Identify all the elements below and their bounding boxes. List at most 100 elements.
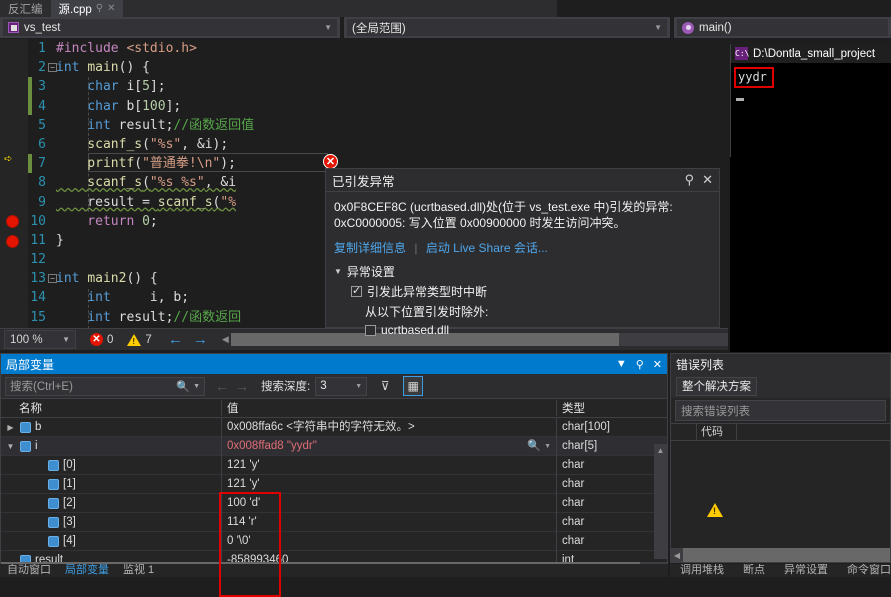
bottom-right-tab-item[interactable]: 断点 (736, 564, 772, 577)
column-header-severity[interactable] (671, 423, 697, 441)
close-icon[interactable]: ✕ (653, 358, 662, 371)
bottom-right-tab-item[interactable]: 命令窗口 (840, 564, 891, 577)
exception-dll-checkbox[interactable] (365, 324, 376, 336)
hex-display-icon[interactable]: ▦ (403, 376, 424, 396)
table-row[interactable]: ▶ b 0x008ffa6c <字符串中的字符无效。> char[100] (1, 417, 667, 437)
project-selector[interactable]: vs_test ▼ (0, 17, 340, 38)
locals-search-input[interactable]: 搜索(Ctrl+E) 🔍 ▼ (5, 376, 205, 396)
exception-popup[interactable]: 已引发异常 ⚲ ✕ 0x0F8CEF8C (ucrtbased.dll)处(位于… (325, 168, 720, 337)
chevron-down-icon[interactable]: ▼ (544, 437, 556, 456)
copy-details-link[interactable]: 复制详细信息 (334, 241, 406, 255)
column-header-type[interactable]: 类型 (556, 400, 667, 416)
variable-value-cell[interactable]: 114 'r' (221, 512, 556, 532)
code-text: } (56, 232, 64, 248)
code-text: return 0; (56, 213, 158, 229)
expand-toggle-icon[interactable]: ▶ (5, 423, 16, 432)
console-title-bar[interactable]: C:\ D:\Dontla_small_project (731, 44, 891, 63)
search-previous-icon[interactable]: ← (215, 378, 229, 394)
link-separator: | (414, 241, 418, 255)
error-list-search-input[interactable]: 搜索错误列表 (675, 400, 886, 421)
chevron-down-icon[interactable]: ▼ (62, 335, 70, 344)
table-row[interactable]: [3] 114 'r' char (1, 512, 667, 532)
column-header-value[interactable]: 值 (221, 400, 556, 416)
scope-selector[interactable]: (全局范围) ▼ (344, 17, 670, 38)
chevron-down-icon[interactable]: ▼ (334, 267, 342, 276)
close-icon[interactable]: ✕ (107, 3, 115, 14)
code-text: #include <stdio.h> (56, 41, 197, 56)
close-icon[interactable]: ✕ (702, 172, 713, 188)
locals-table-body: ▶ b 0x008ffa6c <字符串中的字符无效。> char[100] ▼ i 0x00… (1, 417, 667, 570)
navigate-back-icon[interactable]: ← (168, 331, 183, 348)
chevron-down-icon[interactable]: ▼ (193, 383, 200, 390)
exception-settings-group[interactable]: ▼ 异常设置 (334, 263, 711, 280)
error-list-scope-value: 整个解决方案 (682, 381, 751, 393)
locals-panel[interactable]: 局部变量 ▼ ⚲ ✕ 搜索(Ctrl+E) 🔍 ▼ ← → 搜索深度: 3 ▼ … (0, 353, 668, 597)
bottom-tab-item[interactable]: 监视 1 (116, 564, 161, 577)
table-row[interactable]: [1] 121 'y' char (1, 474, 667, 494)
scope-value: (全局范围) (352, 22, 406, 35)
code-text: result = scanf_s("% (56, 194, 237, 210)
code-line[interactable]: 6 scanf_s("%s", &i); (0, 135, 728, 154)
pin-icon[interactable]: ⚲ (96, 3, 103, 14)
function-selector[interactable]: main() (674, 17, 891, 38)
error-list-panel[interactable]: 错误列表 整个解决方案 搜索错误列表 代码 ◀ (670, 353, 891, 563)
table-row[interactable]: [2] 100 'd' char (1, 493, 667, 513)
error-list-horizontal-scrollbar[interactable]: ◀ (671, 548, 890, 562)
variable-value: 121 'y' (227, 477, 260, 490)
pin-icon[interactable]: ⚲ (685, 172, 695, 188)
console-window[interactable]: C:\ D:\Dontla_small_project yydr (730, 44, 891, 157)
warning-count-indicator[interactable]: 7 (127, 333, 152, 346)
variable-value-cell[interactable]: 0x008ffad8 "yydr" 🔍 ▼ (221, 436, 556, 456)
code-line[interactable]: 2− int main() { (0, 58, 728, 77)
value-visualizer-icon[interactable]: 🔍 (527, 437, 544, 456)
start-live-share-link[interactable]: 启动 Live Share 会话... (426, 241, 548, 255)
chevron-down-icon[interactable]: ▼ (616, 358, 627, 370)
code-line[interactable]: 1 #include <stdio.h> (0, 39, 728, 58)
error-list-scope-selector[interactable]: 整个解决方案 (676, 376, 757, 396)
variable-value-cell[interactable]: 121 'y' (221, 474, 556, 494)
variable-value: 0x008ffad8 "yydr" (227, 439, 317, 452)
break-on-exception-checkbox[interactable] (351, 284, 362, 297)
navigate-forward-icon[interactable]: → (193, 331, 208, 348)
bottom-tab-item[interactable]: 自动窗口 (0, 564, 58, 577)
filter-icon[interactable]: ⊽ (375, 376, 395, 396)
scroll-up-icon[interactable]: ▲ (654, 444, 667, 457)
exception-dll-row[interactable]: ucrtbased.dll (334, 323, 711, 337)
search-next-icon[interactable]: → (235, 378, 249, 394)
expand-toggle-icon[interactable]: ▼ (5, 442, 16, 451)
variable-value-cell[interactable]: 0x008ffa6c <字符串中的字符无效。> (221, 417, 556, 437)
scrollbar-thumb[interactable] (683, 548, 890, 562)
table-row[interactable]: ▼ i 0x008ffad8 "yydr" 🔍 ▼ char[5] (1, 436, 667, 456)
code-line[interactable]: 5 int result;//函数返回值 (0, 116, 728, 135)
bottom-right-tab-item[interactable]: 异常设置 (777, 564, 835, 577)
column-header-code[interactable]: 代码 (697, 423, 737, 441)
variable-value-cell[interactable]: 121 'y' (221, 455, 556, 475)
chevron-down-icon[interactable]: ▼ (355, 383, 362, 390)
table-row[interactable]: [4] 0 '\0' char (1, 531, 667, 551)
scroll-left-icon[interactable]: ◀ (671, 551, 683, 560)
error-count-indicator[interactable]: ✕ 0 (90, 333, 113, 346)
code-line[interactable]: 4 char b[100]; (0, 97, 728, 116)
search-depth-selector[interactable]: 3 ▼ (315, 376, 368, 396)
pin-icon[interactable]: ⚲ (636, 358, 644, 371)
chevron-down-icon[interactable]: ▼ (324, 23, 332, 32)
column-header-name[interactable]: 名称 (1, 400, 221, 416)
search-icon[interactable]: 🔍 (176, 380, 190, 393)
code-line[interactable]: 3 char i[5]; (0, 77, 728, 96)
tab-source-cpp[interactable]: 源.cpp ⚲ ✕ (50, 0, 124, 17)
locals-table-header: 名称 值 类型 (1, 399, 667, 418)
error-list-row[interactable] (671, 489, 890, 531)
variable-value-cell[interactable]: 100 'd' (221, 493, 556, 513)
console-output[interactable]: yydr (731, 63, 891, 105)
bottom-tab-active[interactable]: 局部变量 (58, 564, 116, 577)
locals-vertical-scrollbar[interactable]: ▲ (654, 444, 667, 559)
scroll-left-icon[interactable]: ◀ (222, 334, 229, 345)
code-text: int main() { (56, 60, 150, 76)
zoom-level-selector[interactable]: 100 % ▼ (4, 330, 76, 349)
chevron-down-icon[interactable]: ▼ (654, 23, 662, 32)
break-on-exception-row[interactable]: 引发此异常类型时中断 (334, 283, 711, 300)
table-row[interactable]: [0] 121 'y' char (1, 455, 667, 475)
variable-value-cell[interactable]: 0 '\0' (221, 531, 556, 551)
bottom-right-tab-item[interactable]: 调用堆栈 (673, 564, 731, 577)
tab-disassembly[interactable]: 反汇编 (0, 0, 51, 17)
